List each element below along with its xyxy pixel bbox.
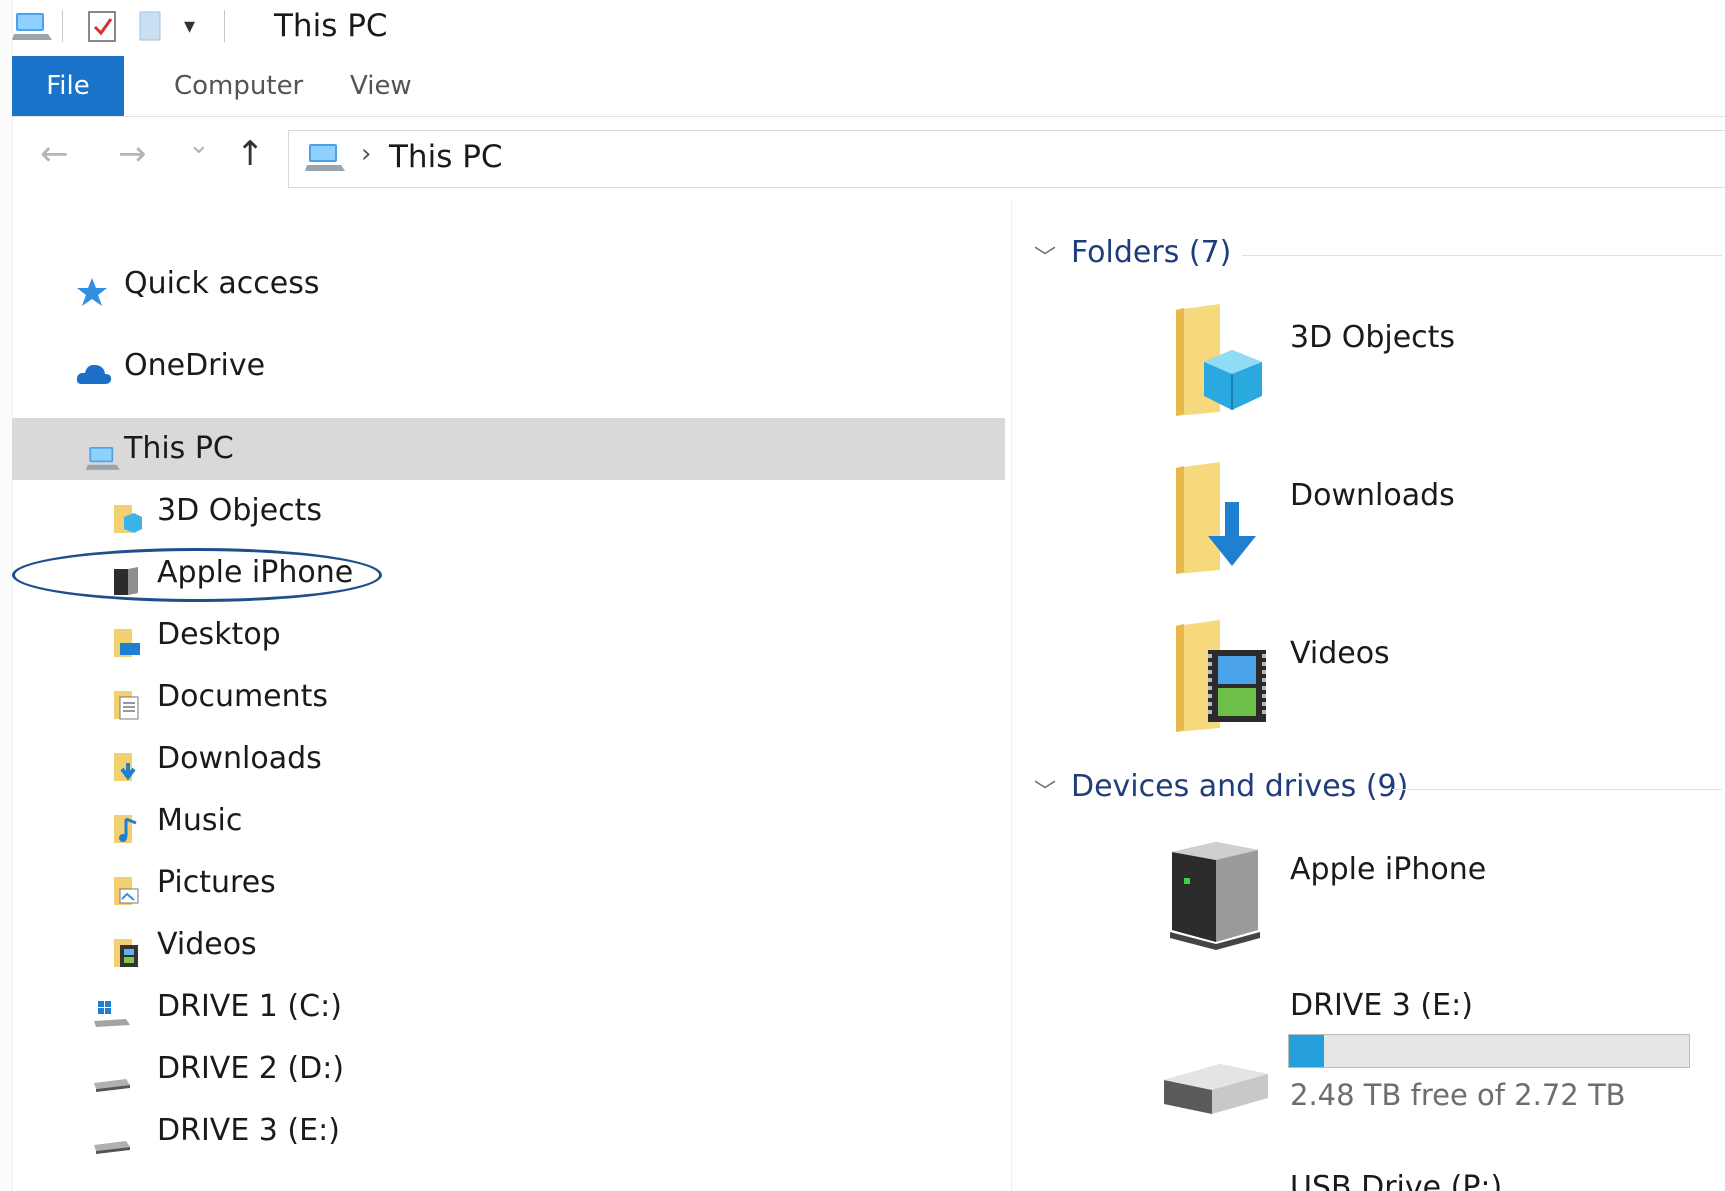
breadcrumb-this-pc[interactable]: This PC <box>389 139 503 175</box>
collapse-devices-chevron-icon[interactable]: ﹀ <box>1034 774 1056 806</box>
window-title: This PC <box>274 8 388 44</box>
windows-drive-icon <box>92 991 130 1027</box>
videos-folder-icon <box>112 929 144 967</box>
annotation-ellipse <box>12 548 382 602</box>
downloads-folder-icon <box>1170 462 1270 578</box>
pane-divider[interactable] <box>1011 200 1012 1191</box>
device-tile-usb-drive-p[interactable]: USB Drive (P:) <box>1290 1170 1550 1191</box>
documents-folder-icon <box>112 681 144 720</box>
drive-icon <box>92 1053 130 1092</box>
tab-file[interactable]: File <box>12 56 124 116</box>
navigation-bar: ← → ⌄ ↑ › This PC <box>12 118 1725 198</box>
up-arrow-icon[interactable]: ↑ <box>236 134 265 174</box>
group-header-devices[interactable]: Devices and drives (9) <box>1071 769 1408 804</box>
forward-arrow-icon[interactable]: → <box>118 134 147 174</box>
ribbon-tabs: File Computer View <box>12 56 1725 117</box>
collapse-folders-chevron-icon[interactable]: ﹀ <box>1034 240 1056 272</box>
drive-free-space-text: 2.48 TB free of 2.72 TB <box>1290 1078 1626 1112</box>
properties-checkbox-icon[interactable] <box>88 9 118 47</box>
drive-icon <box>92 1115 130 1154</box>
recent-locations-chevron-icon[interactable]: ⌄ <box>188 130 210 160</box>
star-icon <box>76 268 108 306</box>
tab-computer[interactable]: Computer <box>152 56 325 116</box>
music-folder-icon <box>112 805 144 843</box>
back-arrow-icon[interactable]: ← <box>40 134 69 174</box>
navigation-pane: Quick access OneDrive This PC 3D Objects… <box>12 200 1006 1191</box>
3d-objects-folder-icon <box>112 495 144 533</box>
group-header-folders[interactable]: Folders (7) <box>1071 235 1231 270</box>
computer-icon <box>86 433 120 470</box>
cloud-icon <box>76 350 112 384</box>
group-divider <box>1242 255 1722 256</box>
downloads-folder-icon <box>112 743 144 781</box>
portable-device-icon <box>1166 838 1262 954</box>
customize-toolbar-dropdown-icon[interactable]: ▾ <box>184 14 195 39</box>
3d-objects-folder-icon <box>1170 304 1270 420</box>
title-bar: ▾ This PC <box>12 0 1725 52</box>
pictures-folder-icon <box>112 867 144 905</box>
videos-folder-icon <box>1170 620 1270 736</box>
breadcrumb-chevron-icon[interactable]: › <box>361 139 371 169</box>
computer-icon <box>305 141 345 177</box>
drive-usage-fill <box>1289 1035 1325 1067</box>
new-folder-icon[interactable] <box>138 10 164 46</box>
group-divider <box>1392 789 1722 790</box>
tab-view[interactable]: View <box>328 56 434 116</box>
computer-icon[interactable] <box>12 10 52 46</box>
address-bar[interactable]: › This PC <box>288 130 1725 188</box>
hard-drive-icon <box>1160 1050 1272 1124</box>
drive-usage-bar <box>1288 1034 1690 1068</box>
desktop-folder-icon <box>112 619 144 657</box>
